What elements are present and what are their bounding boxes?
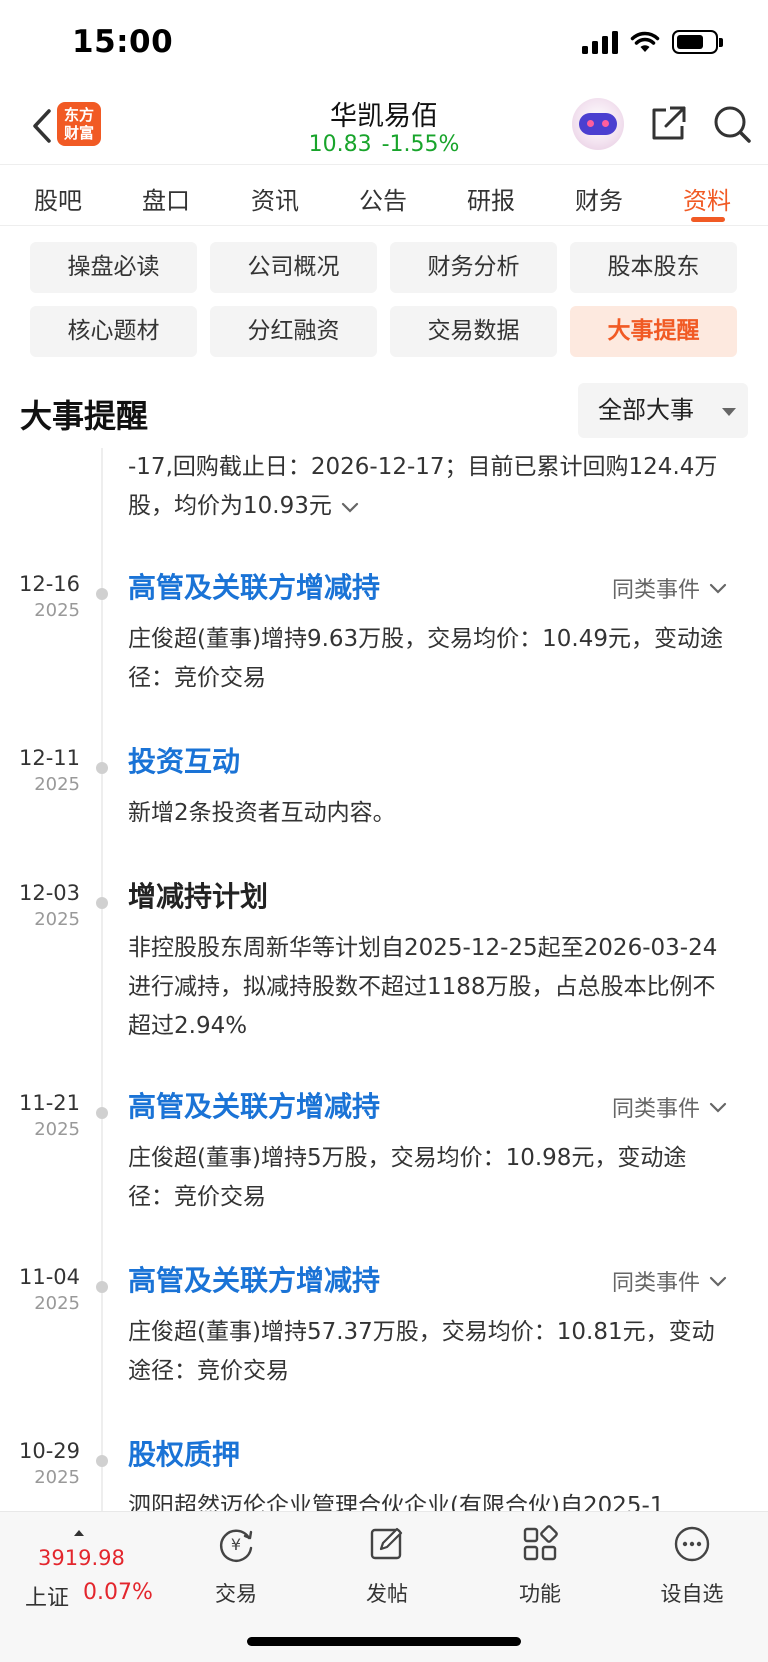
timeline-line [101, 448, 103, 1511]
ai-assistant-icon[interactable] [572, 98, 624, 150]
timeline-dot [96, 1107, 108, 1119]
timeline-dot [96, 588, 108, 600]
share-icon [652, 106, 686, 140]
subtab-must-read[interactable]: 操盘必读 [30, 242, 197, 293]
event-title-link[interactable]: 高管及关联方增减持 [128, 1259, 380, 1299]
timeline-dot [96, 1455, 108, 1467]
tab-guba[interactable]: 股吧 [13, 181, 103, 216]
nav-functions[interactable]: 功能 [490, 1524, 590, 1608]
event-description: 庄俊超(董事)增持9.63万股，交易均价：10.49元，变动途径：竞价交易 [128, 626, 724, 691]
similar-events-button[interactable]: 同类事件 [612, 1265, 728, 1297]
index-value: 3919.98 [38, 1546, 125, 1570]
event-description: 新增2条投资者互动内容。 [128, 800, 396, 826]
tab-finance[interactable]: 财务 [554, 181, 644, 216]
event-year: 2025 [34, 909, 80, 930]
chevron-down-icon [709, 583, 727, 594]
stock-header: 东方财富 华凯易佰 10.83 -1.55% [0, 90, 768, 164]
battery-icon [672, 30, 723, 54]
subtab-company-overview[interactable]: 公司概况 [210, 242, 377, 293]
share-button[interactable] [646, 102, 690, 146]
event-title-link[interactable]: 股权质押 [128, 1433, 240, 1473]
search-button[interactable] [710, 102, 754, 146]
event-year: 2025 [34, 1293, 80, 1314]
event-description: 泗阳超然迈伦企业管理合伙企业(有限合伙)自2025-1 [128, 1493, 665, 1511]
search-icon [714, 106, 751, 143]
tab-announcements[interactable]: 公告 [338, 181, 428, 216]
timeline-dot [96, 1281, 108, 1293]
event-description: 非控股股东周新华等计划自2025-12-25起至2026-03-24进行减持，拟… [128, 935, 718, 1039]
tab-news[interactable]: 资讯 [230, 181, 320, 216]
events-timeline: -17,回购截止日：2026-12-17；目前已累计回购124.4万股，均价为1… [0, 448, 768, 1511]
nav-trade-label: 交易 [215, 1582, 257, 1606]
nav-trade[interactable]: ¥ 交易 [186, 1524, 286, 1608]
tab-profile[interactable]: 资料 [662, 181, 752, 216]
event-date: 12-11 [18, 746, 80, 770]
similar-events-button[interactable]: 同类事件 [612, 572, 728, 604]
section-title: 大事提醒 [20, 397, 149, 435]
subtab-trading-data[interactable]: 交易数据 [390, 306, 557, 357]
event-title-link[interactable]: 高管及关联方增减持 [128, 566, 380, 606]
svg-text:¥: ¥ [231, 1535, 241, 1554]
more-circle-icon [674, 1526, 710, 1562]
nav-post[interactable]: 发帖 [337, 1524, 437, 1608]
event-date: 12-16 [18, 572, 80, 596]
event-date: 11-04 [18, 1265, 80, 1289]
subtab-shareholders[interactable]: 股本股东 [570, 242, 737, 293]
timeline-dot [96, 762, 108, 774]
subtab-major-events[interactable]: 大事提醒 [570, 306, 737, 357]
trade-icon: ¥ [219, 1529, 253, 1562]
home-indicator [247, 1637, 521, 1646]
event-year: 2025 [34, 600, 80, 621]
event-title-link[interactable]: 投资互动 [128, 740, 240, 780]
arrow-up-icon [74, 1530, 84, 1536]
event-title: 增减持计划 [128, 880, 269, 913]
event-description: 庄俊超(董事)增持5万股，交易均价：10.98元，变动途径：竞价交易 [128, 1145, 687, 1210]
similar-events-label: 同类事件 [611, 1271, 700, 1296]
wifi-icon [630, 31, 660, 52]
event-title-link[interactable]: 高管及关联方增减持 [128, 1085, 380, 1125]
timeline-dot [96, 897, 108, 909]
chevron-down-icon [709, 1276, 727, 1287]
chevron-down-icon [709, 1102, 727, 1113]
stock-price: 10.83 [308, 132, 372, 157]
status-bar: 15:00 [0, 0, 768, 90]
status-time: 15:00 [72, 24, 174, 60]
tab-pankou[interactable]: 盘口 [121, 181, 211, 216]
index-name: 上证 [25, 1586, 70, 1611]
event-year: 2025 [34, 1119, 80, 1140]
cellular-signal-icon [582, 30, 618, 54]
nav-post-label: 发帖 [366, 1582, 408, 1606]
main-tabs: 股吧 盘口 资讯 公告 研报 财务 资料 [0, 164, 768, 226]
active-tab-indicator [691, 217, 725, 222]
apps-grid-icon [523, 1525, 558, 1561]
event-description: 庄俊超(董事)增持57.37万股，交易均价：10.81元，变动途径：竞价交易 [128, 1319, 715, 1384]
similar-events-label: 同类事件 [611, 578, 700, 603]
status-icons [582, 30, 723, 54]
similar-events-button[interactable]: 同类事件 [612, 1091, 728, 1123]
tab-research[interactable]: 研报 [446, 181, 536, 216]
event-filter-dropdown[interactable]: 全部大事 [578, 383, 748, 438]
nav-add-watchlist[interactable]: 设自选 [642, 1524, 742, 1608]
nav-add-watchlist-label: 设自选 [660, 1582, 724, 1606]
event-date: 10-29 [18, 1439, 80, 1463]
nav-functions-label: 功能 [519, 1582, 561, 1606]
chevron-down-icon[interactable] [340, 500, 360, 514]
event-year: 2025 [34, 1467, 80, 1488]
event-date: 12-03 [18, 881, 80, 905]
index-change: 0.07% [83, 1580, 153, 1605]
subtab-dividends-financing[interactable]: 分红融资 [210, 306, 377, 357]
filter-label: 全部大事 [598, 396, 694, 424]
event-description: -17,回购截止日：2026-12-17；目前已累计回购124.4万股，均价为1… [128, 454, 718, 519]
edit-icon [370, 1527, 403, 1560]
event-date: 11-21 [18, 1091, 80, 1115]
event-year: 2025 [34, 774, 80, 795]
stock-change: -1.55% [381, 132, 460, 157]
similar-events-label: 同类事件 [611, 1097, 700, 1122]
subtab-core-themes[interactable]: 核心题材 [30, 306, 197, 357]
caret-down-icon [722, 408, 736, 416]
subtab-financial-analysis[interactable]: 财务分析 [390, 242, 557, 293]
